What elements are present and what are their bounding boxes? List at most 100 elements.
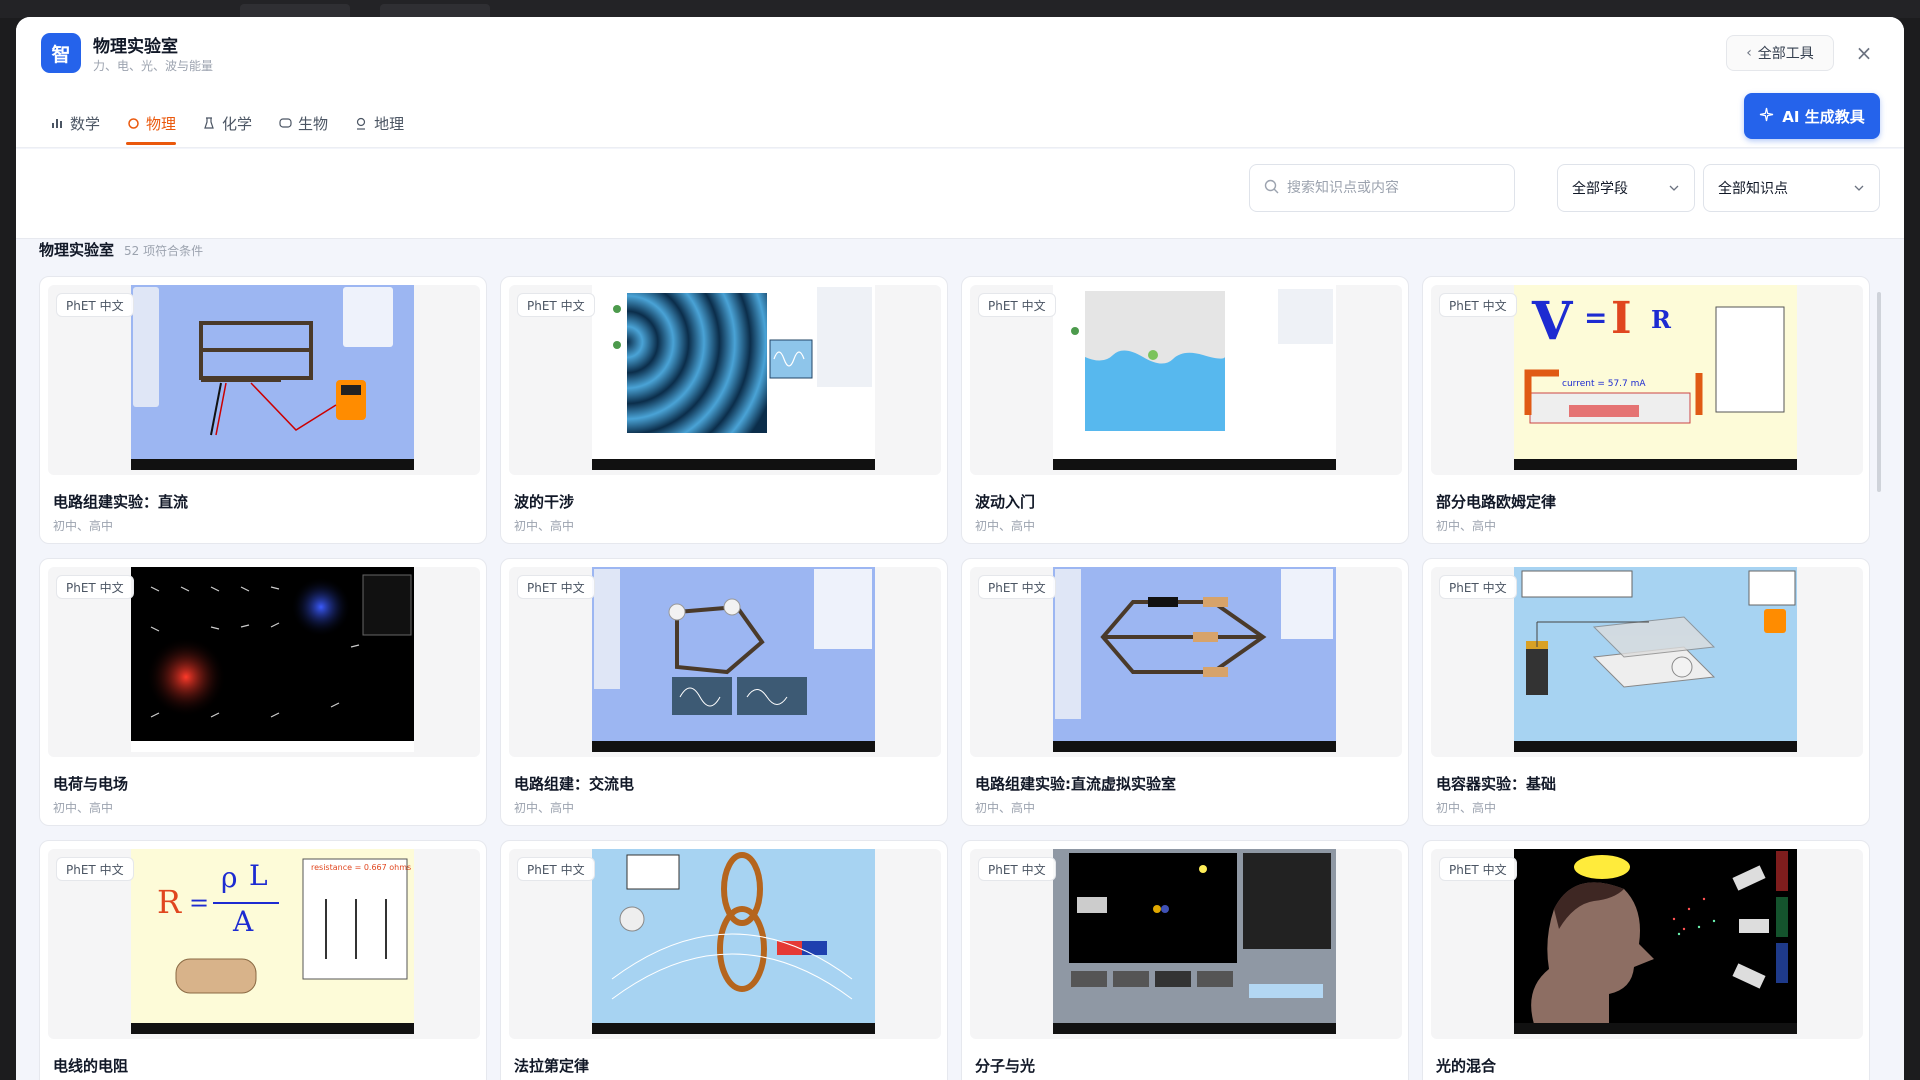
wave-interference-preview [592, 285, 875, 470]
sim-levels: 初中、高中 [514, 519, 575, 533]
sim-footer-bar [592, 459, 875, 470]
close-icon[interactable]: × [1852, 41, 1876, 65]
sim-thumbnail: PhET 中文 [1431, 849, 1863, 1039]
sim-card[interactable]: PhET 中文 R = ρ L A resistance = 0.667 ohm… [39, 840, 487, 1080]
sim-footer-bar [1514, 741, 1797, 752]
sim-thumbnail: PhET 中文 [48, 285, 480, 475]
section-header: 物理实验室 52 项符合条件 [39, 239, 203, 260]
ai-generate-button[interactable]: AI 生成教具 [1744, 93, 1880, 139]
phet-badge: PhET 中文 [978, 575, 1056, 599]
capacitor-preview [1514, 567, 1797, 752]
sim-card[interactable]: PhET 中文 电路组建实验:直流虚拟实验室 初中、高中 [961, 558, 1409, 826]
sparkle-icon [1759, 107, 1774, 126]
sim-card[interactable]: PhET 中文 分子与光 [961, 840, 1409, 1080]
sim-card[interactable]: PhET 中文 [500, 276, 948, 544]
sim-thumbnail: PhET 中文 [509, 849, 941, 1039]
sim-title: 电荷与电场 [53, 775, 129, 793]
sim-title: 波动入门 [975, 493, 1036, 511]
sim-thumbnail: PhET 中文 V = I R current = 57.7 mA [1431, 285, 1863, 475]
phet-badge: PhET 中文 [517, 293, 595, 317]
tab-label: 生物 [298, 114, 329, 133]
chevron-down-icon [1853, 180, 1865, 196]
ohms-law-preview: V = I R current = 57.7 mA [1514, 285, 1797, 470]
sim-thumbnail: PhET 中文 [1431, 567, 1863, 757]
sim-footer-bar [1053, 741, 1336, 752]
sim-levels: 初中、高中 [514, 801, 575, 815]
chevron-left-icon: ‹ [1746, 45, 1752, 61]
sim-card[interactable]: PhET 中文 波动入门 初中、高中 [961, 276, 1409, 544]
phet-badge: PhET 中文 [517, 575, 595, 599]
sim-title: 电容器实验：基础 [1436, 775, 1557, 793]
sim-footer-bar [592, 741, 875, 752]
tab-geography[interactable]: 地理 [354, 103, 404, 143]
sim-thumbnail: PhET 中文 [509, 285, 941, 475]
sim-card[interactable]: PhET 中文 法拉第定律 [500, 840, 948, 1080]
all-tools-button[interactable]: ‹ 全部工具 [1726, 35, 1834, 71]
sim-thumbnail: PhET 中文 [970, 285, 1402, 475]
sim-levels: 初中、高中 [975, 519, 1036, 533]
sim-footer-bar [1514, 459, 1797, 470]
tab-label: 化学 [222, 114, 253, 133]
search-icon [1264, 179, 1279, 198]
sim-card[interactable]: PhET 中文 V = I R current = 57.7 mA 部分电路欧姆… [1422, 276, 1870, 544]
tab-label: 物理 [146, 114, 177, 133]
charges-fields-preview [131, 567, 414, 752]
header: 智 物理实验室 力、电、光、波与能量 ‹ 全部工具 × 数学 物理 化学 生物 … [16, 17, 1904, 148]
os-tab[interactable] [240, 4, 350, 18]
os-tab[interactable] [380, 4, 490, 18]
sim-levels: 初中、高中 [1436, 801, 1497, 815]
search-box[interactable] [1249, 164, 1515, 212]
tab-biology[interactable]: 生物 [278, 103, 328, 143]
phet-badge: PhET 中文 [1439, 293, 1517, 317]
result-count: 52 项符合条件 [124, 244, 204, 258]
sim-title: 电线的电阻 [53, 1057, 129, 1075]
phet-badge: PhET 中文 [517, 857, 595, 881]
flask-icon [202, 116, 216, 130]
app-logo: 智 [41, 33, 81, 73]
sim-card[interactable]: PhET 中文 光的混合 [1422, 840, 1870, 1080]
molecules-light-preview [1053, 849, 1336, 1034]
resistance-preview: R = ρ L A resistance = 0.667 ohms [131, 849, 414, 1034]
sim-card[interactable]: PhET 中文 电容器实验：基础 初中、高中 [1422, 558, 1870, 826]
sim-thumbnail: PhET 中文 R = ρ L A resistance = 0.667 ohm… [48, 849, 480, 1039]
sim-thumbnail: PhET 中文 [970, 849, 1402, 1039]
subject-tabs: 数学 物理 化学 生物 地理 [50, 103, 430, 148]
sim-thumbnail: PhET 中文 [970, 567, 1402, 757]
sim-card[interactable]: PhET 中文 [39, 558, 487, 826]
sim-footer-bar [1514, 1023, 1797, 1034]
sim-card[interactable]: PhET 中文 电路组建实验：直流 初中、高中 [39, 276, 487, 544]
app-title: 物理实验室 [93, 37, 178, 57]
tab-chemistry[interactable]: 化学 [202, 103, 252, 143]
ai-generate-label: AI 生成教具 [1782, 107, 1865, 126]
sim-levels: 初中、高中 [1436, 519, 1497, 533]
map-pin-icon [354, 116, 368, 130]
atom-icon [126, 116, 140, 130]
app-subtitle: 力、电、光、波与能量 [93, 59, 214, 73]
phet-badge: PhET 中文 [978, 293, 1056, 317]
sim-footer-bar [131, 741, 414, 752]
sim-title: 部分电路欧姆定律 [1436, 493, 1557, 511]
os-tab-strip [0, 0, 1920, 18]
filter-bar: 全部学段 全部知识点 [16, 149, 1904, 239]
sim-thumbnail: PhET 中文 [48, 567, 480, 757]
sim-title: 分子与光 [975, 1057, 1036, 1075]
tab-math[interactable]: 数学 [50, 103, 100, 143]
stage-select[interactable]: 全部学段 [1557, 164, 1695, 212]
circuit-virtual-preview [1053, 567, 1336, 752]
tab-label: 地理 [374, 114, 405, 133]
leaf-icon [278, 116, 292, 130]
sim-title: 电路组建实验:直流虚拟实验室 [975, 775, 1176, 793]
phet-badge: PhET 中文 [56, 857, 134, 881]
search-input[interactable] [1287, 180, 1507, 196]
scrollbar[interactable] [1877, 292, 1881, 492]
tab-physics[interactable]: 物理 [126, 103, 177, 145]
topic-select[interactable]: 全部知识点 [1703, 164, 1880, 212]
sim-title: 光的混合 [1436, 1057, 1497, 1075]
phet-badge: PhET 中文 [978, 857, 1056, 881]
section-title: 物理实验室 [39, 241, 115, 259]
sim-levels: 初中、高中 [53, 519, 114, 533]
sim-footer-bar [1053, 459, 1336, 470]
topic-select-value: 全部知识点 [1718, 181, 1788, 197]
sim-card[interactable]: PhET 中文 电路组建：交流电 初中、高中 [500, 558, 948, 826]
current-readout: current = 57.7 mA [1562, 379, 1646, 389]
